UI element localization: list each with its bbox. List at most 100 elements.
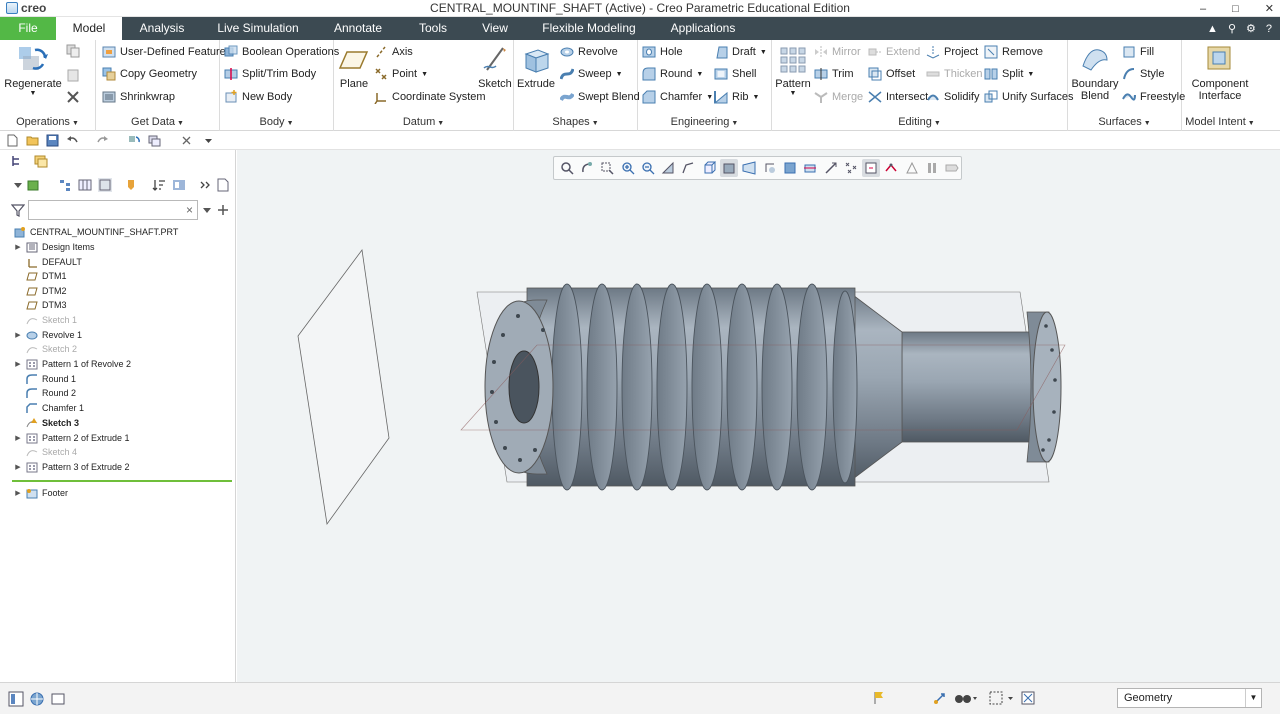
save-icon[interactable]: [46, 134, 59, 147]
plane-button[interactable]: Plane: [338, 44, 370, 90]
tab-analysis[interactable]: Analysis: [128, 17, 196, 40]
new-file-icon[interactable]: [6, 134, 19, 147]
close-file-icon[interactable]: [180, 134, 193, 147]
coordinate-system-button[interactable]: Coordinate System: [374, 88, 486, 106]
tab-model[interactable]: Model: [56, 17, 122, 40]
operations-group-label[interactable]: Operations ▼: [0, 116, 95, 128]
tree-search-box[interactable]: ×: [28, 200, 198, 220]
model-tree-tab-icon[interactable]: [10, 154, 24, 168]
highlight-icon[interactable]: [124, 178, 138, 192]
draft-button[interactable]: Draft ▼: [714, 43, 767, 61]
selection-box-icon[interactable]: [988, 690, 1016, 706]
expand-arrow-icon[interactable]: ▶: [12, 360, 24, 368]
tree-item-pattern-2[interactable]: ▶ Pattern 2 of Extrude 1: [12, 431, 130, 445]
surfaces-group-label[interactable]: Surfaces ▼: [1068, 116, 1181, 128]
user-defined-feature-button[interactable]: User-Defined Feature: [102, 43, 226, 61]
search-dropdown-icon[interactable]: [200, 203, 214, 217]
tab-live-simulation[interactable]: Live Simulation: [212, 17, 304, 40]
copy-geometry-button[interactable]: Copy Geometry: [102, 65, 197, 83]
engineering-group-label[interactable]: Engineering ▼: [638, 116, 771, 128]
smart-selection-icon[interactable]: [932, 690, 948, 706]
show-columns-icon[interactable]: [98, 178, 112, 192]
project-button[interactable]: Project: [926, 43, 978, 61]
close-window-button[interactable]: ✕: [1265, 2, 1274, 15]
delete-icon[interactable]: [66, 90, 80, 104]
intersect-button[interactable]: Intersect: [868, 88, 928, 106]
selected-items-icon[interactable]: [1020, 690, 1036, 706]
merge-button[interactable]: Merge: [814, 88, 863, 106]
tree-item-round-1[interactable]: Round 1: [12, 372, 76, 386]
tab-annotate[interactable]: Annotate: [324, 17, 392, 40]
split-trim-body-button[interactable]: Split/Trim Body: [224, 65, 316, 83]
offset-button[interactable]: Offset: [868, 65, 915, 83]
search-icon[interactable]: ⚲: [1228, 22, 1236, 35]
settings-icon[interactable]: ⚙: [1246, 22, 1256, 35]
add-filter-icon[interactable]: [216, 203, 230, 217]
tree-filters-icon[interactable]: [58, 178, 72, 192]
swept-blend-button[interactable]: Swept Blend: [560, 88, 640, 106]
message-log-icon[interactable]: [872, 690, 886, 706]
part-icon[interactable]: [26, 178, 40, 192]
tree-search-input[interactable]: [29, 201, 179, 219]
tree-item-revolve-1[interactable]: ▶ Revolve 1: [12, 328, 82, 342]
open-folder-icon[interactable]: [26, 134, 39, 147]
style-button[interactable]: Style: [1122, 65, 1164, 83]
expand-arrow-icon[interactable]: ▶: [12, 331, 24, 339]
minimize-button[interactable]: –: [1200, 3, 1206, 15]
find-icon[interactable]: [954, 690, 978, 706]
paste-icon[interactable]: [66, 68, 80, 82]
tree-item-sketch-3[interactable]: Sketch 3: [12, 416, 79, 430]
component-interface-button[interactable]: Component Interface: [1186, 44, 1254, 102]
tree-item-dtm3[interactable]: DTM3: [12, 298, 67, 312]
split-button[interactable]: Split ▼: [984, 65, 1034, 83]
clear-search-icon[interactable]: ×: [186, 203, 193, 217]
left-bore[interactable]: [508, 350, 540, 424]
layer-tree-tab-icon[interactable]: [34, 154, 48, 168]
expand-arrow-icon[interactable]: ▶: [12, 434, 24, 442]
tree-item-design-items[interactable]: ▶ Design Items: [12, 240, 95, 254]
datum-group-label[interactable]: Datum ▼: [334, 116, 513, 128]
regenerate-small-icon[interactable]: [128, 134, 141, 147]
pattern-button[interactable]: Pattern ▼: [774, 44, 812, 97]
tree-item-pattern-1[interactable]: ▶ Pattern 1 of Revolve 2: [12, 357, 131, 371]
tree-item-round-2[interactable]: Round 2: [12, 386, 76, 400]
datum-plane-left[interactable]: [297, 248, 390, 526]
expand-arrow-icon[interactable]: ▶: [12, 489, 24, 497]
tree-item-chamfer-1[interactable]: Chamfer 1: [12, 401, 84, 415]
tree-item-dtm1[interactable]: DTM1: [12, 269, 67, 283]
tree-columns-icon[interactable]: [78, 178, 92, 192]
boolean-operations-button[interactable]: Boolean Operations: [224, 43, 339, 61]
tree-item-default[interactable]: DEFAULT: [12, 255, 82, 269]
extrude-button[interactable]: Extrude: [516, 44, 556, 90]
right-flange-face[interactable]: [1032, 311, 1062, 463]
customize-qat-icon[interactable]: [202, 134, 215, 147]
full-screen-icon[interactable]: [50, 691, 66, 707]
minimize-ribbon-icon[interactable]: ▲: [1207, 23, 1218, 35]
tree-item-sketch-4[interactable]: Sketch 4: [12, 445, 77, 459]
show-navigator-icon[interactable]: [8, 691, 24, 707]
model-intent-group-label[interactable]: Model Intent ▼: [1182, 116, 1258, 128]
thicken-button[interactable]: Thicken: [926, 65, 983, 83]
freestyle-button[interactable]: Freestyle: [1122, 88, 1185, 106]
show-browser-icon[interactable]: [29, 691, 45, 707]
tree-item-sketch-2[interactable]: Sketch 2: [12, 342, 77, 356]
insert-here-marker[interactable]: [12, 480, 232, 482]
tab-applications[interactable]: Applications: [660, 17, 746, 40]
sketch-button[interactable]: Sketch: [478, 44, 512, 90]
point-button[interactable]: Point ▼: [374, 65, 428, 83]
tree-item-pattern-3[interactable]: ▶ Pattern 3 of Extrude 2: [12, 460, 130, 474]
round-button[interactable]: Round ▼: [642, 65, 703, 83]
extend-button[interactable]: Extend: [868, 43, 920, 61]
remove-button[interactable]: Remove: [984, 43, 1043, 61]
tab-tools[interactable]: Tools: [410, 17, 456, 40]
sweep-button[interactable]: Sweep ▼: [560, 65, 623, 83]
new-body-button[interactable]: New Body: [224, 88, 292, 106]
expand-arrow-icon[interactable]: ▶: [12, 243, 24, 251]
part-model[interactable]: [237, 150, 1280, 682]
maximize-button[interactable]: □: [1232, 3, 1239, 15]
tab-view[interactable]: View: [472, 17, 518, 40]
boundary-blend-button[interactable]: Boundary Blend: [1071, 44, 1119, 102]
windows-icon[interactable]: [148, 134, 161, 147]
fill-button[interactable]: Fill: [1122, 43, 1154, 61]
shaft-cylinder[interactable]: [901, 331, 1043, 443]
